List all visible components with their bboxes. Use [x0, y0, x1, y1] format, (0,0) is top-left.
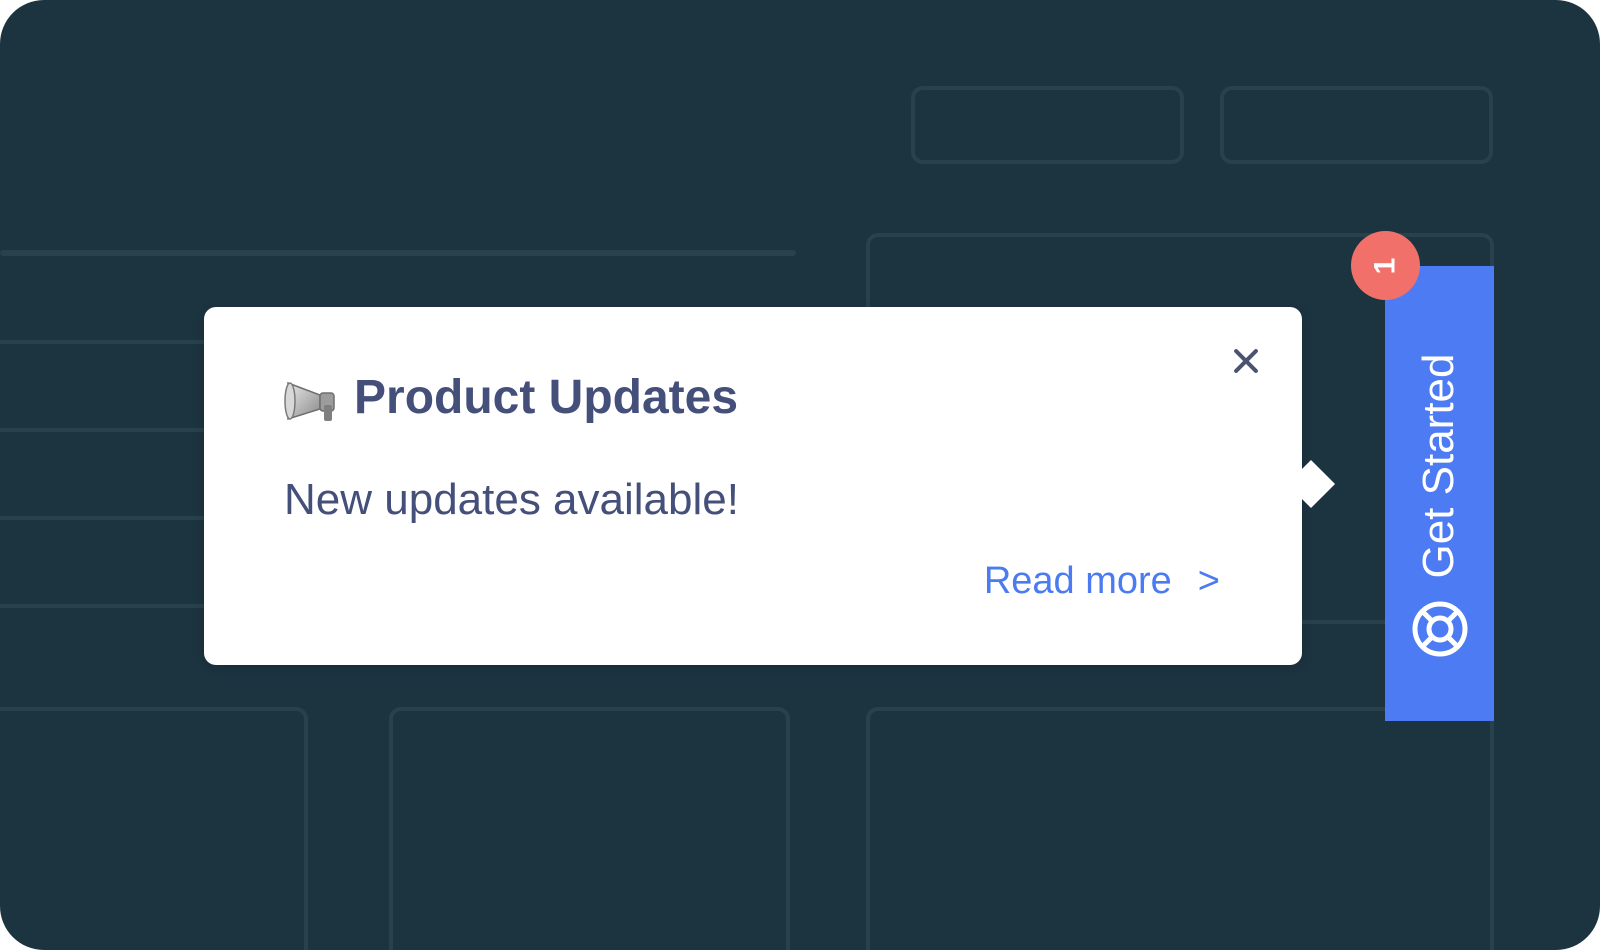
placeholder-rule	[0, 340, 220, 344]
product-updates-popup: Product Updates New updates available! R…	[204, 307, 1336, 665]
placeholder-card-2	[389, 707, 790, 950]
app-frame: Product Updates New updates available! R…	[0, 0, 1600, 950]
placeholder-rule	[0, 516, 220, 520]
lifebuoy-icon	[1412, 601, 1468, 657]
placeholder-line	[0, 250, 796, 256]
read-more-label: Read more	[983, 560, 1172, 602]
popup-pointer	[1286, 459, 1336, 509]
popup-title-text: Product Updates	[354, 370, 739, 424]
notification-badge: 1	[1351, 231, 1420, 300]
placeholder-header-button-1	[911, 86, 1184, 164]
placeholder-card-1	[0, 707, 308, 950]
close-icon[interactable]	[1226, 341, 1266, 381]
placeholder-rule	[0, 428, 220, 432]
placeholder-card-3	[866, 707, 1494, 950]
badge-count: 1	[1368, 257, 1402, 274]
placeholder-header-button-2	[1220, 86, 1493, 164]
read-more-link[interactable]: Read more >	[984, 560, 1220, 603]
get-started-label: Get Started	[1414, 353, 1463, 579]
placeholder-rule	[0, 604, 220, 608]
megaphone-icon	[284, 381, 335, 421]
popup-message: New updates available!	[284, 475, 739, 524]
chevron-right-icon: >	[1197, 560, 1220, 602]
get-started-tab[interactable]: Get Started	[1385, 266, 1494, 721]
popup-title: Product Updates	[284, 369, 738, 425]
